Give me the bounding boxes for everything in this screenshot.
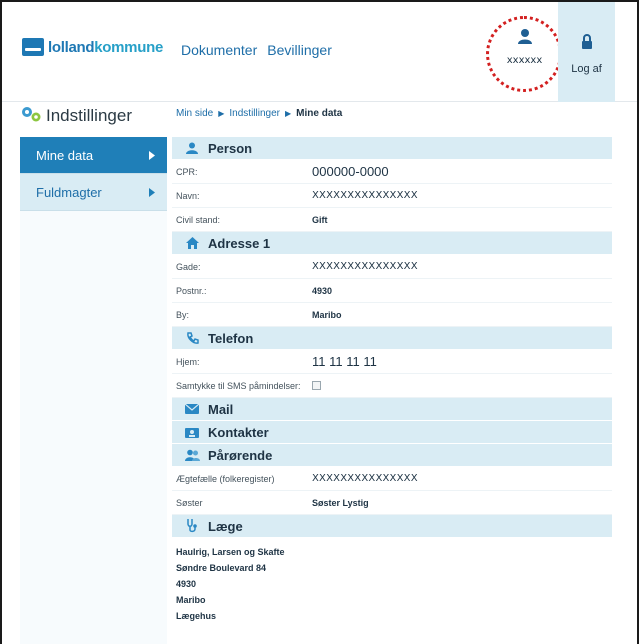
data-row-civil-stand: Civil stand: Gift — [172, 208, 612, 232]
sidebar-item-label: Fuldmagter — [36, 184, 102, 200]
sidebar-background — [20, 211, 167, 644]
annotation-highlight-ring — [486, 16, 562, 92]
section-title: Mail — [208, 401, 234, 417]
row-label: Gade: — [176, 261, 201, 272]
sidebar-item-label: Mine data — [36, 147, 94, 163]
row-label: Ægtefælle (folkeregister) — [176, 473, 275, 484]
data-row-by: By: Maribo — [172, 303, 612, 327]
site-logo[interactable]: lollandkommune — [22, 38, 163, 56]
doctor-address: Haulrig, Larsen og Skafte Søndre Bouleva… — [172, 538, 612, 624]
nav-dokumenter[interactable]: Dokumenter — [181, 42, 257, 58]
logo-flag-icon — [22, 38, 44, 56]
data-row-cpr: CPR: 000000-0000 — [172, 160, 612, 184]
row-label: CPR: — [176, 166, 198, 177]
logo-text: lollandkommune — [48, 39, 163, 56]
sidebar-title: Indstillinger — [20, 104, 132, 128]
data-row-hjem: Hjem: 11 11 11 11 — [172, 350, 612, 374]
sidebar-title-text: Indstillinger — [46, 106, 132, 125]
chevron-right-icon — [149, 148, 155, 163]
doctor-line: Maribo — [176, 595, 206, 605]
phone-icon — [184, 331, 200, 345]
data-row-postnr: Postnr.: 4930 — [172, 279, 612, 303]
breadcrumb-separator-icon: ▶ — [218, 109, 225, 118]
person-icon — [184, 142, 200, 154]
main-content: Person CPR: 000000-0000 Navn: XXXXXXXXXX… — [172, 137, 612, 624]
section-header-kontakter[interactable]: Kontakter — [172, 421, 612, 443]
breadcrumb-indstillinger[interactable]: Indstillinger — [229, 108, 280, 119]
row-value: XXXXXXXXXXXXXXX — [312, 473, 418, 484]
section-header-laege[interactable]: Læge — [172, 515, 612, 537]
row-value: 4930 — [312, 285, 333, 296]
sidebar-item-fuldmagter[interactable]: Fuldmagter — [20, 174, 167, 211]
breadcrumb-current: Mine data — [296, 108, 343, 119]
top-header: lollandkommune Dokumenter Bevillinger xx… — [2, 2, 637, 102]
breadcrumb-separator-icon: ▶ — [285, 109, 292, 118]
section-header-telefon[interactable]: Telefon — [172, 327, 612, 349]
breadcrumb: Min side ▶ Indstillinger ▶ Mine data — [176, 108, 342, 119]
contact-card-icon — [184, 427, 200, 438]
browser-frame: lollandkommune Dokumenter Bevillinger xx… — [0, 0, 639, 644]
doctor-line: Søndre Boulevard 84 — [176, 563, 267, 573]
data-row-soester: Søster Søster Lystig — [172, 491, 612, 515]
sidebar-nav: Mine data Fuldmagter — [20, 137, 167, 211]
section-title: Pårørende — [208, 447, 273, 463]
doctor-line: Haulrig, Larsen og Skafte — [176, 547, 285, 557]
sidebar-item-mine-data[interactable]: Mine data — [20, 137, 167, 174]
logout-button[interactable]: Log af — [558, 2, 615, 102]
breadcrumb-min-side[interactable]: Min side — [176, 108, 213, 119]
row-value: 000000-0000 — [312, 164, 389, 179]
row-value: XXXXXXXXXXXXXXX — [312, 190, 418, 201]
top-nav: Dokumenter Bevillinger — [181, 42, 332, 58]
section-title: Kontakter — [208, 424, 269, 440]
row-label: Søster — [176, 497, 203, 508]
logo-text-b: kommune — [94, 38, 163, 56]
stethoscope-icon — [184, 519, 200, 533]
row-value: XXXXXXXXXXXXXXX — [312, 261, 418, 272]
row-label: Postnr.: — [176, 285, 207, 296]
doctor-line: 4930 — [176, 579, 197, 589]
section-title: Adresse 1 — [208, 235, 271, 251]
gears-icon — [20, 104, 42, 129]
row-label: By: — [176, 309, 190, 320]
section-title: Telefon — [208, 330, 254, 346]
data-row-aegtefaelle: Ægtefælle (folkeregister) XXXXXXXXXXXXXX… — [172, 467, 612, 491]
logo-text-a: lolland — [48, 38, 95, 56]
data-row-gade: Gade: XXXXXXXXXXXXXXX — [172, 255, 612, 279]
data-row-sms-samtykke: Samtykke til SMS påmindelser: — [172, 374, 612, 398]
section-title: Person — [208, 140, 253, 156]
nav-bevillinger[interactable]: Bevillinger — [267, 42, 332, 58]
logout-label: Log af — [571, 63, 602, 75]
section-title: Læge — [208, 518, 243, 534]
row-value: Søster Lystig — [312, 497, 369, 508]
row-label: Civil stand: — [176, 214, 221, 225]
row-value: Gift — [312, 214, 328, 225]
row-label: Hjem: — [176, 356, 200, 367]
home-icon — [184, 237, 200, 249]
lock-icon — [558, 34, 615, 55]
row-label: Navn: — [176, 190, 200, 201]
row-value: Maribo — [312, 309, 342, 320]
row-label: Samtykke til SMS påmindelser: — [176, 380, 301, 391]
doctor-line: Lægehus — [176, 611, 217, 621]
sms-consent-checkbox[interactable] — [312, 381, 321, 390]
section-header-paarorende[interactable]: Pårørende — [172, 444, 612, 466]
envelope-icon — [184, 404, 200, 414]
section-header-person[interactable]: Person — [172, 137, 612, 159]
chevron-right-icon — [149, 185, 155, 200]
data-row-navn: Navn: XXXXXXXXXXXXXXX — [172, 184, 612, 208]
row-value: 11 11 11 11 — [312, 354, 377, 369]
section-header-mail[interactable]: Mail — [172, 398, 612, 420]
section-header-adresse[interactable]: Adresse 1 — [172, 232, 612, 254]
people-icon — [184, 449, 200, 461]
